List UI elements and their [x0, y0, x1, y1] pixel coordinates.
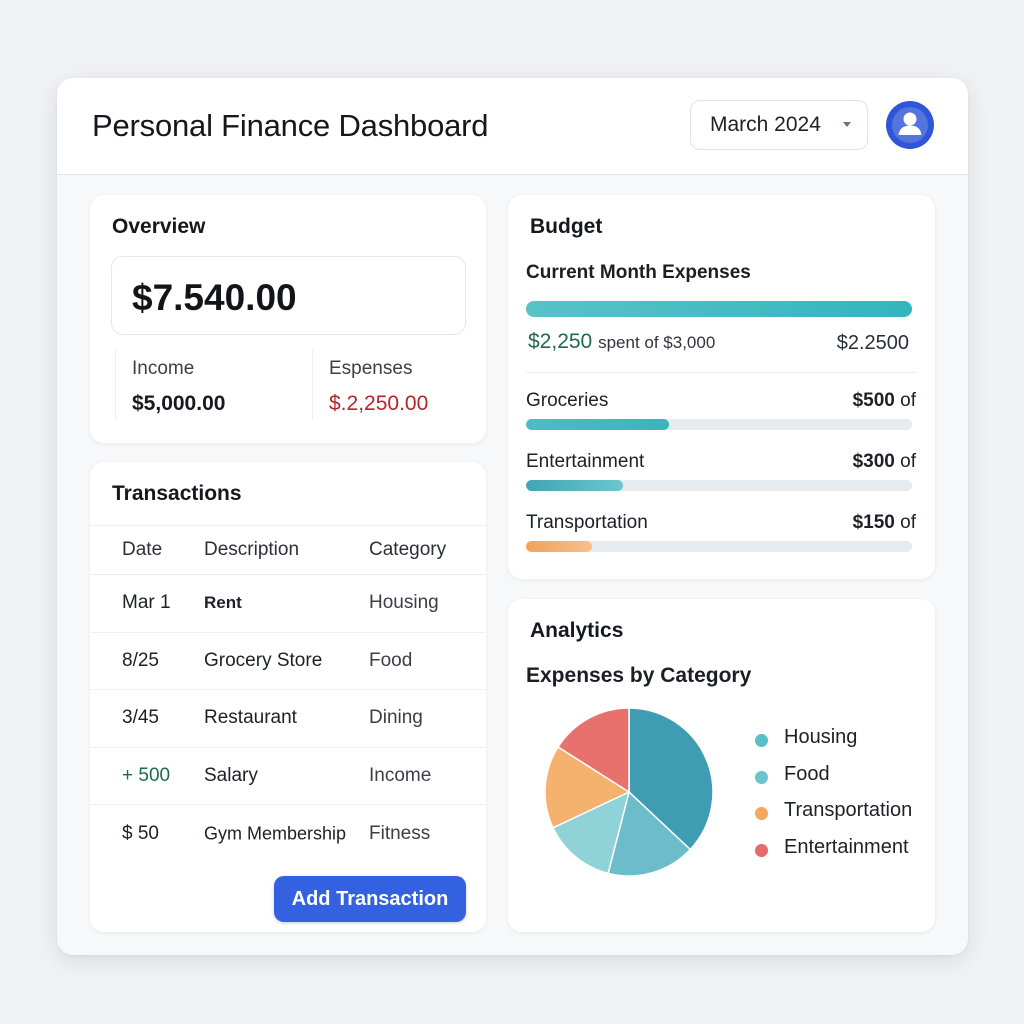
main-progress-fill [526, 301, 912, 317]
budget-subtitle: Current Month Expenses [526, 262, 751, 283]
user-icon [892, 107, 928, 143]
category-progress-bar [526, 419, 912, 430]
row-description: Salary [204, 764, 258, 786]
column-header-description[interactable]: Description [204, 539, 299, 561]
category-progress-fill [526, 541, 592, 552]
category-name: Entertainment [526, 451, 645, 472]
income-stat: Income $5,000.00 [115, 350, 295, 420]
category-amount-suffix: of [900, 451, 916, 472]
expenses-stat: Espenses $.2,250.00 [312, 350, 492, 420]
column-header-category[interactable]: Category [369, 539, 446, 561]
balance-box: $7.540.00 [111, 256, 466, 335]
row-category: Food [369, 649, 413, 671]
row-date: + 500 [122, 764, 171, 786]
column-header-date[interactable]: Date [122, 539, 162, 561]
category-amount: $300 of [853, 451, 916, 473]
legend-label: Food [784, 762, 830, 785]
category-progress-fill [526, 480, 623, 491]
row-category: Fitness [369, 822, 431, 844]
category-amount-value: $500 [852, 390, 895, 411]
category-amount-value: $150 [852, 512, 895, 533]
analytics-title: Analytics [530, 619, 624, 642]
budget-category-entertainment: Entertainment $300 of [526, 451, 916, 501]
row-description: Gym Membership [204, 823, 347, 844]
budget-title: Budget [530, 215, 603, 238]
table-header: Date Description Category [90, 525, 486, 575]
spent-text: spent of $3,000 [598, 333, 716, 352]
month-selector-value: March 2024 [710, 113, 821, 136]
analytics-subtitle: Expenses by Category [526, 664, 752, 687]
income-label: Income [132, 358, 195, 379]
row-description: Grocery Store [204, 649, 323, 671]
category-name: Groceries [526, 390, 609, 411]
category-name: Transportation [526, 512, 648, 533]
overview-title: Overview [112, 215, 206, 238]
transactions-card: Transactions Date Description Category M… [90, 462, 486, 932]
header: Personal Finance Dashboard March 2024 [57, 78, 968, 175]
page-title: Personal Finance Dashboard [92, 108, 489, 143]
main-progress-bar [526, 301, 912, 317]
row-date: 8/25 [122, 649, 159, 671]
expenses-value: $.2,250.00 [329, 392, 429, 415]
category-progress-fill [526, 419, 669, 430]
expenses-label: Espenses [329, 358, 413, 379]
income-value: $5,000.00 [132, 392, 226, 415]
legend-label: Entertainment [784, 835, 909, 858]
category-amount-value: $300 [852, 451, 895, 472]
spent-total: $2.2500 [836, 332, 909, 354]
legend-dot [755, 770, 768, 784]
category-progress-bar [526, 541, 912, 552]
legend-dot [755, 807, 768, 820]
legend-dot [755, 734, 768, 747]
legend-label: Transportation [784, 799, 913, 821]
row-category: Income [369, 764, 432, 786]
chevron-down-icon [843, 122, 851, 127]
category-amount: $500 of [853, 390, 916, 412]
category-amount-suffix: of [900, 512, 916, 533]
legend-dot [755, 843, 768, 857]
overview-card: Overview $7.540.00 Income $5,000.00 Espe… [90, 195, 486, 443]
table-row[interactable]: + 500 Salary Income [90, 748, 486, 805]
budget-card: Budget Current Month Expenses $2,250 spe… [508, 195, 935, 579]
transactions-table: Date Description Category Mar 1 Rent Hou… [90, 525, 486, 863]
row-category: Housing [369, 592, 439, 614]
row-date: $ 50 [122, 822, 159, 844]
legend-label: Housing [784, 726, 858, 748]
category-amount: $150 of [853, 512, 916, 534]
row-description: Restaurant [204, 707, 297, 729]
spent-amount: $2,250 [528, 330, 593, 353]
transactions-title: Transactions [112, 482, 242, 505]
dashboard-window: Personal Finance Dashboard March 2024 Ov… [57, 78, 968, 955]
table-row[interactable]: Mar 1 Rent Housing [90, 575, 486, 633]
budget-category-transportation: Transportation $150 of [526, 512, 916, 562]
row-date: Mar 1 [122, 592, 171, 614]
row-description: Rent [204, 593, 242, 613]
category-progress-bar [526, 480, 912, 491]
avatar[interactable] [886, 101, 934, 149]
divider [526, 372, 916, 373]
row-category: Dining [369, 707, 423, 729]
table-row[interactable]: 3/45 Restaurant Dining [90, 690, 486, 748]
month-selector[interactable]: March 2024 [690, 100, 868, 150]
spent-summary: $2,250 spent of $3,000 [528, 330, 715, 354]
table-row[interactable]: 8/25 Grocery Store Food [90, 633, 486, 690]
table-row[interactable]: $ 50 Gym Membership Fitness [90, 805, 486, 863]
add-transaction-button[interactable]: Add Transaction [274, 876, 466, 922]
balance-value: $7.540.00 [132, 277, 297, 318]
expenses-pie-chart [544, 707, 714, 877]
category-amount-suffix: of [900, 390, 916, 411]
budget-category-groceries: Groceries $500 of [526, 390, 916, 440]
analytics-card: Analytics Expenses by Category Housing F… [508, 599, 935, 932]
row-date: 3/45 [122, 707, 159, 729]
